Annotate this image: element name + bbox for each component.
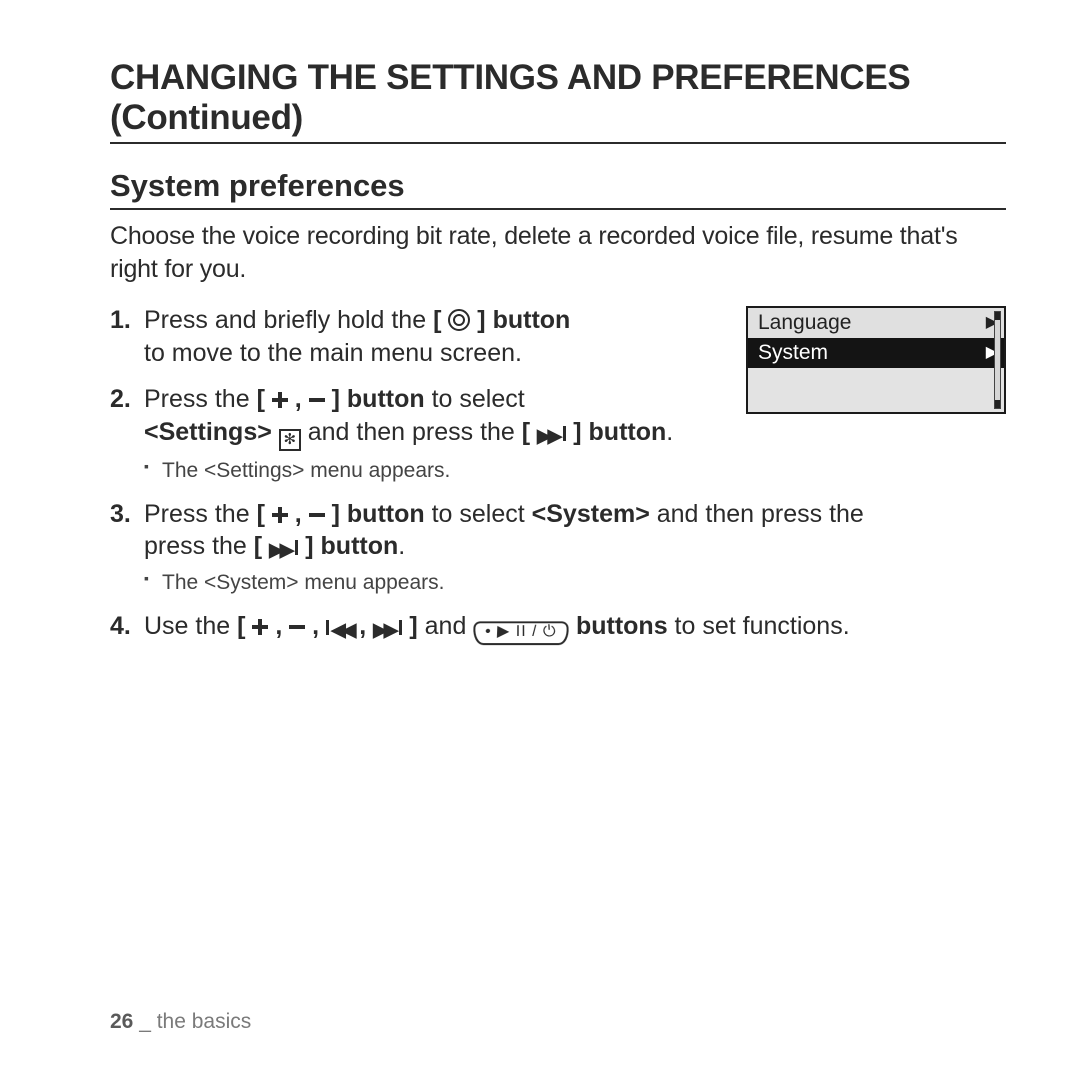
bracket: ] <box>477 306 485 334</box>
chapter-name: the basics <box>157 1010 252 1033</box>
device-screen: Language ▶ System ▶ <box>746 306 1006 414</box>
step-text: button <box>340 385 425 413</box>
plus-icon <box>252 619 268 635</box>
step-3-sub: The <System> menu appears. <box>144 569 1006 596</box>
step-1: Press and briefly hold the [ ] button to… <box>110 304 720 369</box>
step-text: and then press the <box>301 418 522 446</box>
footer-sep: _ <box>133 1010 156 1033</box>
plus-icon <box>272 392 288 408</box>
step-text: to set functions. <box>668 612 850 640</box>
plus-icon <box>272 507 288 523</box>
section-title: System preferences <box>110 168 1006 210</box>
step-text: to select <box>425 500 532 528</box>
step-text: button <box>486 306 571 334</box>
step-3: Press the [ , ] button to select <System… <box>110 498 1006 596</box>
page-footer: 26 _ the basics <box>110 1010 251 1034</box>
step-text: button <box>582 418 667 446</box>
bracket: ] <box>573 418 581 446</box>
label-system: <System> <box>532 500 650 528</box>
gear-icon: ✻ <box>279 429 301 451</box>
label-settings: <Settings> <box>144 418 272 446</box>
step-text: Use the <box>144 612 237 640</box>
bracket: [ <box>257 385 265 413</box>
bracket: ] <box>332 500 340 528</box>
step-text: . <box>398 532 405 560</box>
step-4: Use the [ , , ◀◀ , ▶▶ ] and • ▶ II / ⏻ b… <box>110 610 1006 645</box>
fast-forward-icon: ▶▶ <box>269 540 298 560</box>
device-scrollbar <box>994 311 1001 409</box>
step-text: button <box>314 532 399 560</box>
page-title: CHANGING THE SETTINGS AND PREFERENCES (C… <box>110 58 1006 144</box>
minus-icon <box>289 619 305 635</box>
step-text: and then press the <box>650 500 864 528</box>
bracket: [ <box>254 532 262 560</box>
bracket: ] <box>409 612 417 640</box>
step-text: Press and briefly hold the <box>144 306 433 334</box>
step-text: Press the <box>144 385 257 413</box>
step-text: to select <box>425 385 525 413</box>
page-number: 26 <box>110 1010 133 1033</box>
power-icon <box>448 309 470 331</box>
device-row-system: System ▶ <box>748 338 1004 368</box>
step-text: and <box>418 612 474 640</box>
minus-icon <box>309 392 325 408</box>
step-text: button <box>340 500 425 528</box>
bracket: [ <box>257 500 265 528</box>
step-text: press the <box>144 532 254 560</box>
rewind-icon: ◀◀ <box>326 620 352 640</box>
device-row-label: System <box>758 341 828 365</box>
bracket: ] <box>332 385 340 413</box>
intro-text: Choose the voice recording bit rate, del… <box>110 220 1006 286</box>
step-text: , <box>352 612 373 640</box>
step-text: to move to the main menu screen. <box>144 339 522 367</box>
step-2-sub: The <Settings> menu appears. <box>144 457 720 484</box>
step-text: buttons <box>576 612 668 640</box>
step-text: . <box>666 418 673 446</box>
step-text: Press the <box>144 500 257 528</box>
play-pause-power-button-icon: • ▶ II / ⏻ <box>472 621 570 645</box>
step-text: , <box>288 500 309 528</box>
fast-forward-icon: ▶▶ <box>537 426 566 446</box>
minus-icon <box>309 507 325 523</box>
fast-forward-icon: ▶▶ <box>373 620 402 640</box>
step-text: , <box>288 385 309 413</box>
bracket: [ <box>433 306 441 334</box>
device-row-language: Language ▶ <box>748 308 1004 338</box>
bracket: [ <box>522 418 530 446</box>
bracket: ] <box>305 532 313 560</box>
bracket: [ <box>237 612 245 640</box>
device-row-label: Language <box>758 311 851 335</box>
step-2: Press the [ , ] button to select <Settin… <box>110 383 720 484</box>
step-text: , <box>268 612 289 640</box>
step-text: , <box>305 612 326 640</box>
